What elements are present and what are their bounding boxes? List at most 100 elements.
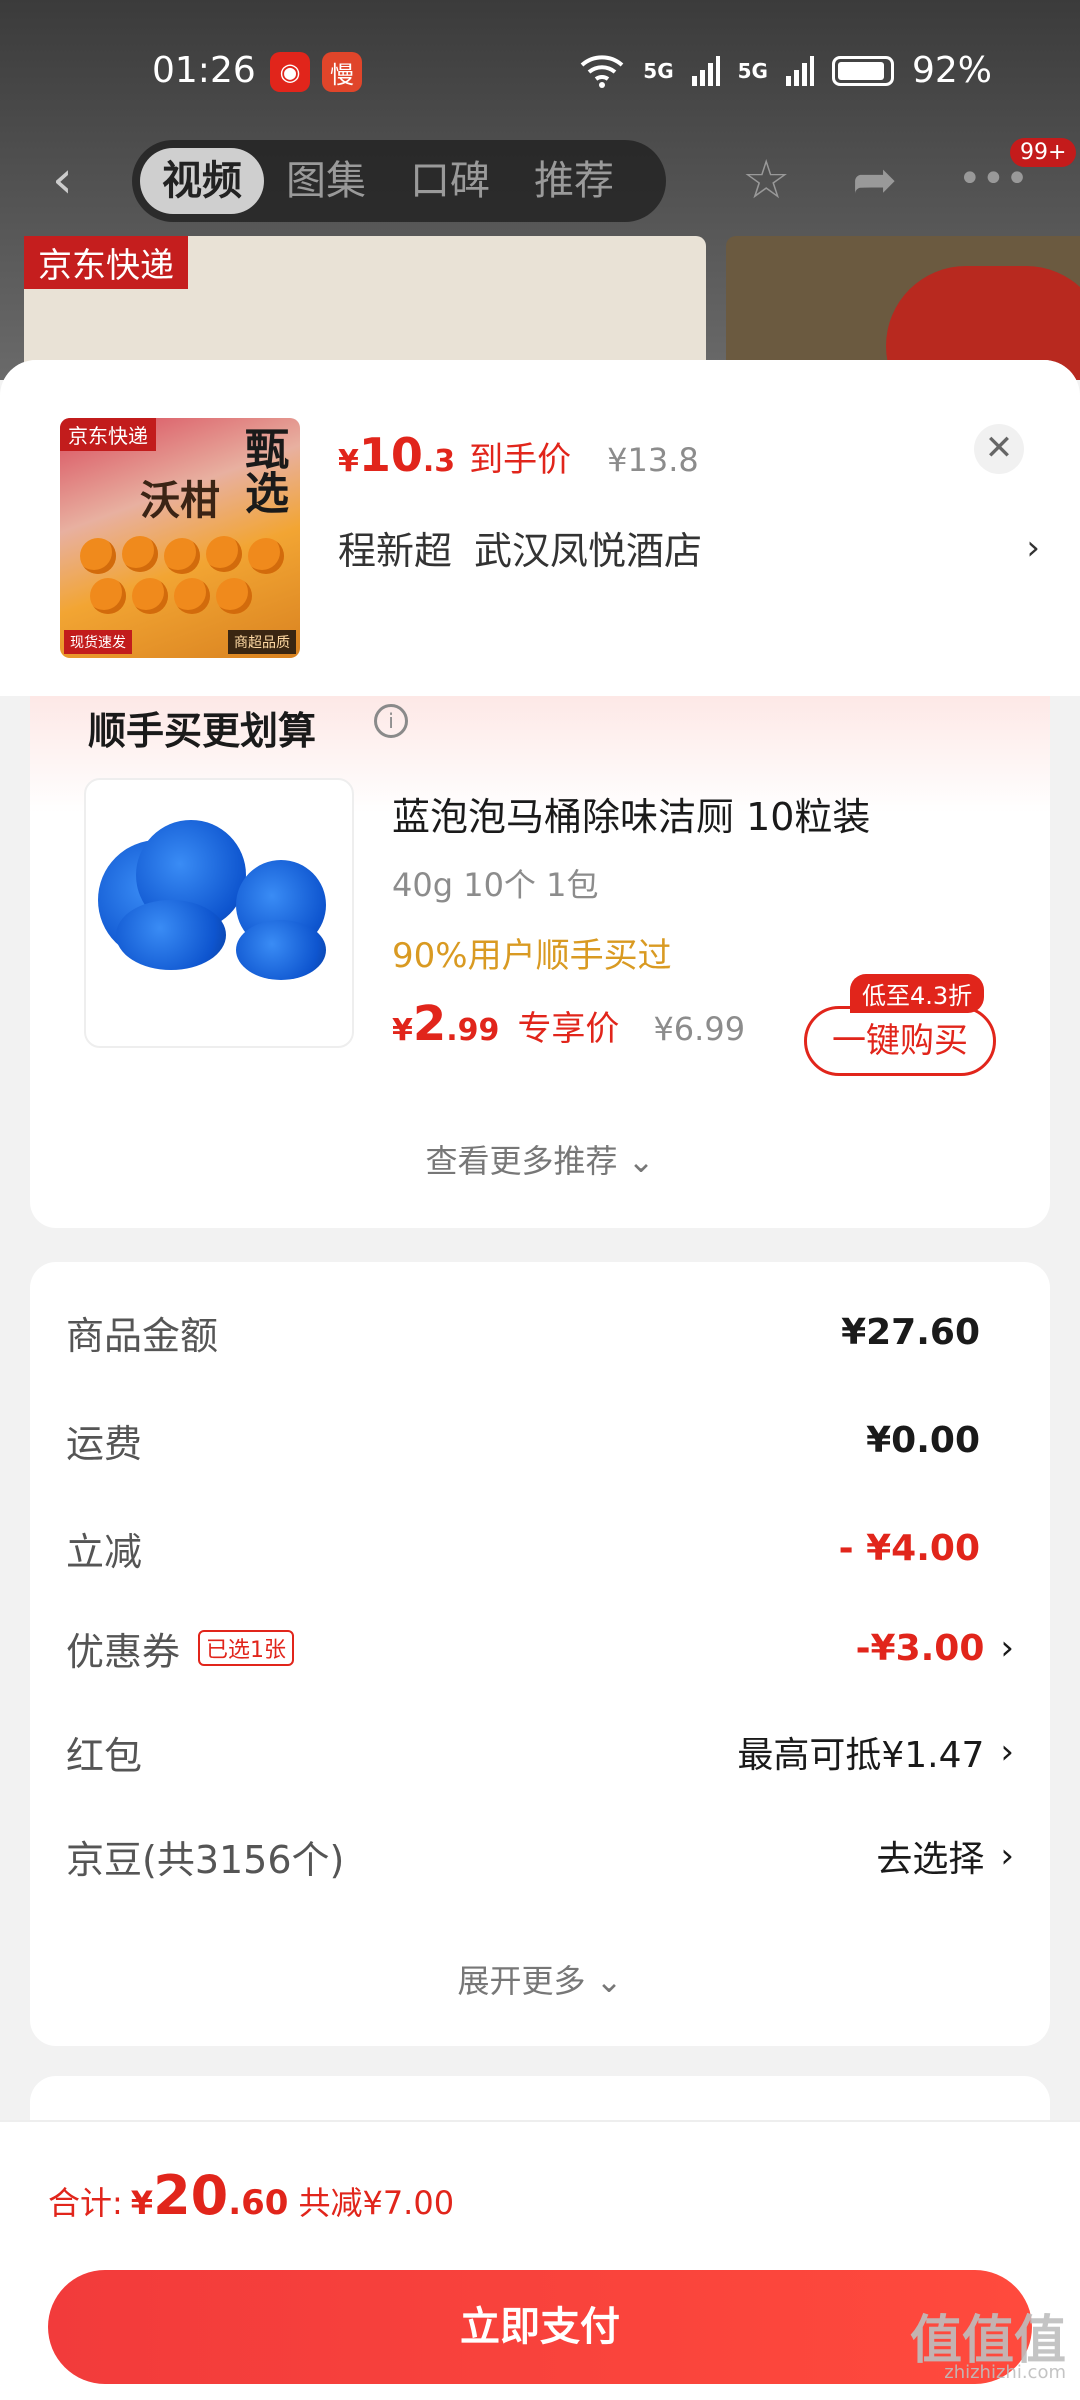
signal-bars-icon-2 [785, 55, 814, 86]
chevron-right-icon[interactable]: › [1026, 528, 1040, 568]
fee-label: 红包 [66, 1733, 143, 1778]
price-label: 专享价 [517, 1009, 620, 1049]
toilet-tablet-shape [236, 920, 326, 980]
upsell-item-title[interactable]: 蓝泡泡马桶除味洁厕 10粒装 [392, 786, 870, 841]
fee-row-shipping: 运费 ¥0.00 [66, 1410, 1014, 1470]
orange-shape [90, 578, 126, 614]
price-decimal: .99 [446, 1013, 500, 1048]
checkout-bar: 合计: ¥ 20 .60 共减¥7.00 立即支付 值值值 zhizhizhi.… [0, 2120, 1080, 2400]
product-header: 京东快递 甄选 沃柑 现货速发 商超品质 ¥ 10 .3 到手价 ¥13.8 程… [0, 360, 1080, 696]
expand-more-link[interactable]: 展开更多 ⌄ [30, 1956, 1050, 2002]
total-discount: 共减¥7.00 [298, 2184, 455, 2222]
chevron-right-icon[interactable]: › [1000, 1732, 1014, 1772]
jd-app-icon: ◉ [270, 52, 310, 92]
fee-row-instant-discount: 立减 - ¥4.00 [66, 1518, 1014, 1578]
fee-value: ¥0.00 [866, 1420, 1014, 1461]
upsell-item-rate: 90%用户顺手买过 [392, 936, 672, 976]
discount-badge: 低至4.3折 [850, 974, 985, 1013]
fee-label: 运费 [66, 1421, 143, 1466]
battery-icon [831, 55, 894, 86]
coupon-tag: 已选1张 [198, 1630, 295, 1666]
signal-bars-icon [691, 55, 720, 86]
product-image-badge-right: 商超品质 [228, 630, 296, 654]
status-bar: 01:26 ◉ 慢 5G 5G 92% [0, 0, 1080, 140]
product-image-badge-left: 现货速发 [64, 630, 132, 654]
chevron-right-icon[interactable]: › [1000, 1628, 1014, 1668]
battery-level: 92% [911, 50, 992, 91]
more-recommendations-link[interactable]: 查看更多推荐 ⌄ [30, 1136, 1050, 1182]
fee-value: - ¥4.00 [839, 1528, 1014, 1569]
fee-value-text: -¥3.00 [855, 1627, 985, 1669]
fee-value-text: ¥27.60 [841, 1311, 980, 1353]
receiver-address: 武汉凤悦酒店 [474, 529, 703, 573]
original-price: ¥13.8 [607, 441, 699, 479]
fee-value-text: 去选择 [876, 1839, 985, 1880]
background-product-image-2 [726, 236, 1080, 380]
signal-icon: 5G [643, 58, 674, 83]
upsell-item-price: ¥ 2 .99 专享价 ¥6.99 [392, 996, 745, 1052]
fee-value: ¥27.60 [841, 1312, 1014, 1353]
back-icon[interactable]: ‹ [52, 150, 73, 210]
one-click-buy-button[interactable]: 一键购买 [804, 1006, 996, 1076]
watermark-url: zhizhizhi.com [944, 2362, 1066, 2383]
price-integer: 2 [412, 996, 447, 1052]
fee-row-goods: 商品金额 ¥27.60 [66, 1302, 1014, 1362]
upsell-item-image[interactable] [84, 778, 354, 1048]
app-icon: 慢 [322, 52, 362, 92]
fee-value: 去选择 › [876, 1830, 1014, 1882]
orange-shape [164, 538, 200, 574]
original-price: ¥6.99 [653, 1010, 746, 1048]
signal-icon-2: 5G [737, 58, 768, 83]
share-icon[interactable]: ➦ [852, 148, 897, 211]
close-button[interactable]: ✕ [974, 424, 1024, 474]
background-product-image: 京东快递 [24, 236, 706, 380]
tab-reviews[interactable]: 口碑 [388, 148, 512, 214]
background-page: 01:26 ◉ 慢 5G 5G 92% ‹ 视频 图集 口碑 推荐 ☆ ➦ ••… [0, 0, 1080, 380]
fee-row-red-packet[interactable]: 红包 最高可抵¥1.47 › [66, 1722, 1014, 1782]
toilet-tablet-shape [116, 900, 226, 970]
product-image: 京东快递 甄选 沃柑 现货速发 商超品质 [60, 418, 300, 658]
fee-card: 商品金额 ¥27.60 运费 ¥0.00 立减 - ¥4.00 优惠券 已选1张 … [30, 1262, 1050, 2046]
address-row[interactable]: 程新超 武汉凤悦酒店 [338, 520, 702, 575]
fee-row-coupon[interactable]: 优惠券 已选1张 -¥3.00 › [66, 1618, 1014, 1678]
tab-gallery[interactable]: 图集 [264, 148, 388, 214]
price-label: 到手价 [469, 440, 572, 480]
total-integer: 20 [153, 2164, 229, 2227]
total-label: 合计: [48, 2184, 123, 2222]
product-price: ¥ 10 .3 到手价 ¥13.8 [338, 428, 699, 482]
total-decimal: .60 [228, 2183, 289, 2223]
tab-recommend[interactable]: 推荐 [512, 148, 636, 214]
fee-value: -¥3.00 › [856, 1628, 1014, 1669]
orange-shape [132, 578, 168, 614]
pay-now-button[interactable]: 立即支付 [48, 2270, 1032, 2384]
fee-value: 最高可抵¥1.47 › [737, 1726, 1014, 1778]
product-image-express-label: 京东快递 [60, 418, 156, 451]
upsell-card: 顺手买更划算 i 蓝泡泡马桶除味洁厕 10粒装 40g 10个 1包 90%用户… [30, 696, 1050, 1228]
chevron-right-icon[interactable]: › [1000, 1836, 1014, 1876]
fee-label: 优惠券 已选1张 [66, 1621, 295, 1676]
currency-symbol: ¥ [130, 2184, 154, 2222]
fee-row-jd-beans[interactable]: 京豆(共3156个) 去选择 › [66, 1826, 1014, 1886]
fee-value-text: 最高可抵¥1.47 [737, 1735, 985, 1776]
order-total: 合计: ¥ 20 .60 共减¥7.00 [48, 2164, 454, 2227]
checkout-sheet: 京东快递 甄选 沃柑 现货速发 商超品质 ¥ 10 .3 到手价 ¥13.8 程… [0, 360, 1080, 2400]
fee-value-text: - ¥4.00 [838, 1527, 980, 1569]
price-integer: 10 [358, 428, 423, 482]
price-decimal: .3 [422, 444, 456, 479]
currency-symbol: ¥ [392, 1013, 413, 1048]
orange-shape [216, 578, 252, 614]
star-icon[interactable]: ☆ [742, 148, 790, 211]
receiver-name: 程新超 [338, 529, 453, 573]
fee-label: 商品金额 [66, 1313, 219, 1358]
info-icon[interactable]: i [374, 704, 408, 738]
orange-shape [174, 578, 210, 614]
message-badge: 99+ [1010, 138, 1077, 167]
status-time: 01:26 [152, 50, 256, 91]
upsell-title: 顺手买更划算 [88, 709, 317, 753]
jd-express-label: 京东快递 [24, 236, 188, 289]
wifi-icon [580, 54, 624, 88]
orange-shape [80, 538, 116, 574]
upsell-item-spec: 40g 10个 1包 [392, 866, 599, 904]
tab-video[interactable]: 视频 [140, 148, 264, 214]
orange-shape [248, 538, 284, 574]
